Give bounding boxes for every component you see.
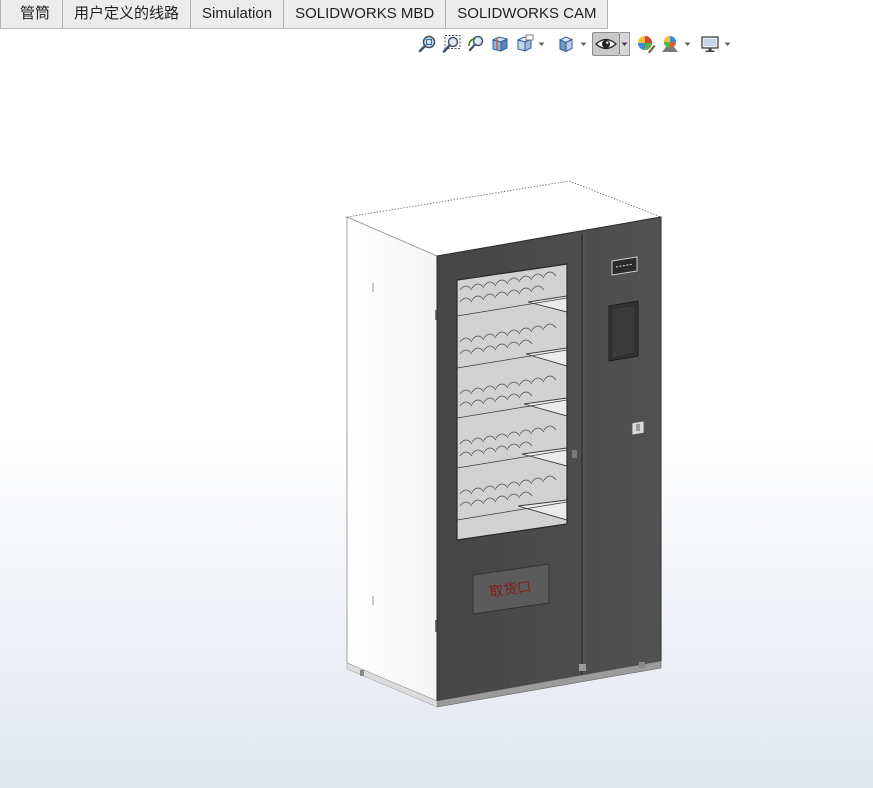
cabinet-side — [346, 216, 438, 702]
tab-piping[interactable]: 管筒 — [0, 0, 64, 28]
tab-simulation[interactable]: Simulation — [191, 0, 285, 28]
tab-solidworks-cam[interactable]: SOLIDWORKS CAM — [446, 0, 609, 28]
command-manager-tabs: 管筒 用户定义的线路 Simulation SOLIDWORKS MBD SOL… — [0, 0, 609, 29]
tab-solidworks-mbd[interactable]: SOLIDWORKS MBD — [284, 0, 447, 28]
tab-user-defined-routing[interactable]: 用户定义的线路 — [63, 0, 192, 28]
vending-machine-model[interactable]: 取货口 — [0, 28, 873, 788]
graphics-area[interactable]: 取货口 — [0, 28, 873, 788]
